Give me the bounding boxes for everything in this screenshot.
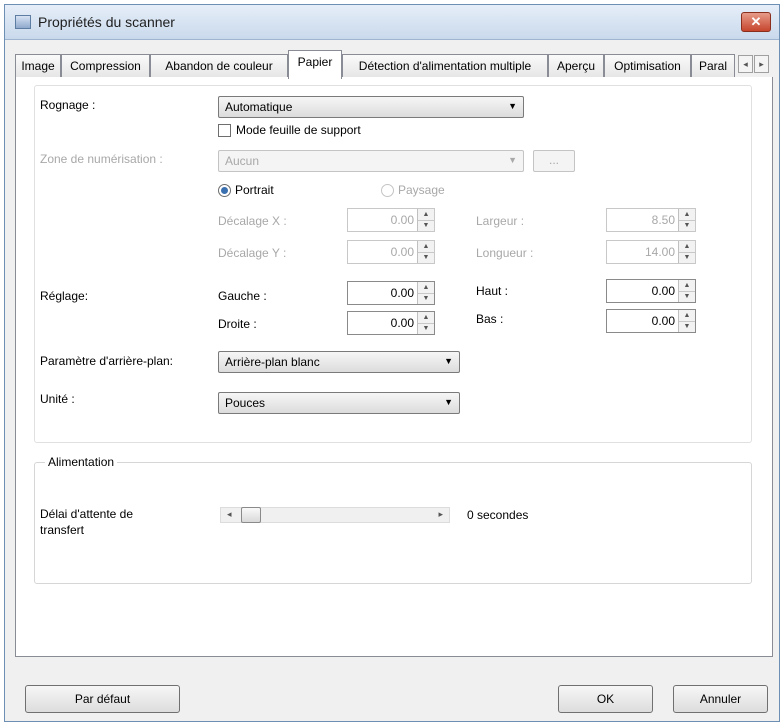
tab-optimisation[interactable]: Optimisation	[604, 54, 691, 77]
decalage-y-label: Décalage Y :	[218, 246, 287, 260]
tab-abandon-couleur[interactable]: Abandon de couleur	[150, 54, 288, 77]
longueur-spinner[interactable]: 14.00 ▲ ▼	[606, 240, 696, 264]
window-title: Propriétés du scanner	[38, 14, 175, 30]
chevron-down-icon: ▼	[444, 397, 453, 407]
droite-label: Droite :	[218, 317, 257, 331]
chevron-down-icon: ▼	[508, 155, 517, 165]
haut-value: 0.00	[651, 284, 675, 298]
tab-scroll-right-button[interactable]: ▸	[754, 55, 769, 73]
portrait-label: Portrait	[235, 183, 274, 197]
zone-numerisation-value: Aucun	[225, 154, 260, 168]
alimentation-group-label: Alimentation	[45, 455, 118, 469]
decalage-x-label: Décalage X :	[218, 214, 287, 228]
slider-right-arrow-icon[interactable]: ▸	[438, 509, 443, 520]
haut-spinner[interactable]: 0.00 ▲ ▼	[606, 279, 696, 303]
tab-parametres[interactable]: Paral	[691, 54, 735, 77]
delai-label-line1: Délai d'attente de	[40, 507, 134, 521]
decalage-x-spinner[interactable]: 0.00 ▲ ▼	[347, 208, 435, 232]
largeur-spinner[interactable]: 8.50 ▲ ▼	[606, 208, 696, 232]
spin-down-icon[interactable]: ▼	[418, 293, 434, 304]
droite-spinner[interactable]: 0.00 ▲ ▼	[347, 311, 435, 335]
rognage-label: Rognage :	[40, 98, 96, 112]
paysage-radio[interactable]	[381, 184, 394, 197]
paper-panel: Rognage : Automatique ▼ Mode feuille de …	[15, 77, 773, 657]
delai-value: 0 secondes	[467, 508, 529, 522]
spin-down-icon[interactable]: ▼	[679, 220, 695, 231]
gauche-value: 0.00	[390, 286, 414, 300]
mode-feuille-checkbox[interactable]	[218, 124, 231, 137]
unite-label: Unité :	[40, 392, 75, 406]
close-button[interactable]: ✕	[741, 12, 771, 32]
slider-left-arrow-icon[interactable]: ◂	[227, 509, 232, 520]
arriere-plan-label: Paramètre d'arrière-plan:	[40, 354, 174, 368]
tab-compression[interactable]: Compression	[61, 54, 150, 77]
chevron-down-icon: ▼	[444, 356, 453, 366]
paysage-label: Paysage	[398, 183, 445, 197]
portrait-radio[interactable]	[218, 184, 231, 197]
arriere-plan-dropdown[interactable]: Arrière-plan blanc ▼	[218, 351, 460, 373]
droite-value: 0.00	[390, 316, 414, 330]
delai-label-line2: transfert	[40, 523, 85, 537]
rognage-dropdown[interactable]: Automatique ▼	[218, 96, 524, 118]
largeur-value: 8.50	[651, 213, 675, 227]
spin-down-icon[interactable]: ▼	[418, 220, 434, 231]
gauche-label: Gauche :	[218, 289, 267, 303]
largeur-label: Largeur :	[476, 214, 525, 228]
zone-numerisation-dropdown[interactable]: Aucun ▼	[218, 150, 524, 172]
spin-down-icon[interactable]: ▼	[679, 252, 695, 263]
default-button[interactable]: Par défaut	[25, 685, 180, 713]
reglage-label: Réglage:	[40, 289, 89, 303]
arriere-plan-value: Arrière-plan blanc	[225, 355, 320, 369]
tab-scroll-left-button[interactable]: ◂	[738, 55, 753, 73]
longueur-label: Longueur :	[476, 246, 534, 260]
tab-image[interactable]: Image	[15, 54, 61, 77]
zone-browse-button[interactable]: ...	[533, 150, 575, 172]
chevron-down-icon: ▼	[508, 101, 517, 111]
rognage-value: Automatique	[225, 100, 293, 114]
unite-value: Pouces	[225, 396, 266, 410]
tab-apercu[interactable]: Aperçu	[548, 54, 604, 77]
decalage-y-spinner[interactable]: 0.00 ▲ ▼	[347, 240, 435, 264]
haut-label: Haut :	[476, 284, 509, 298]
spin-down-icon[interactable]: ▼	[679, 291, 695, 302]
decalage-y-value: 0.00	[390, 245, 414, 259]
alimentation-group: Alimentation Délai d'attente de transfer…	[34, 455, 752, 584]
cancel-button[interactable]: Annuler	[673, 685, 768, 713]
paper-settings-group: Rognage : Automatique ▼ Mode feuille de …	[34, 85, 752, 443]
spin-down-icon[interactable]: ▼	[418, 323, 434, 334]
longueur-value: 14.00	[644, 245, 675, 259]
unite-dropdown[interactable]: Pouces ▼	[218, 392, 460, 414]
gauche-spinner[interactable]: 0.00 ▲ ▼	[347, 281, 435, 305]
ok-button[interactable]: OK	[558, 685, 653, 713]
decalage-x-value: 0.00	[390, 213, 414, 227]
spin-down-icon[interactable]: ▼	[679, 321, 695, 332]
bas-label: Bas :	[476, 312, 504, 326]
scanner-properties-window: Propriétés du scanner ✕ Image Compressio…	[4, 4, 780, 722]
zone-numerisation-label: Zone de numérisation :	[40, 152, 163, 166]
delai-slider-thumb[interactable]	[241, 507, 261, 523]
tab-detection-alimentation-multiple[interactable]: Détection d'alimentation multiple	[342, 54, 548, 77]
spin-down-icon[interactable]: ▼	[418, 252, 434, 263]
bas-spinner[interactable]: 0.00 ▲ ▼	[606, 309, 696, 333]
title-bar: Propriétés du scanner ✕	[5, 5, 779, 40]
delai-slider[interactable]: ◂ ▸	[220, 507, 450, 523]
tab-strip: Image Compression Abandon de couleur Pap…	[15, 50, 773, 79]
mode-feuille-label: Mode feuille de support	[236, 123, 361, 137]
tab-papier[interactable]: Papier	[288, 50, 342, 79]
scanner-icon	[15, 15, 31, 29]
bas-value: 0.00	[651, 314, 675, 328]
